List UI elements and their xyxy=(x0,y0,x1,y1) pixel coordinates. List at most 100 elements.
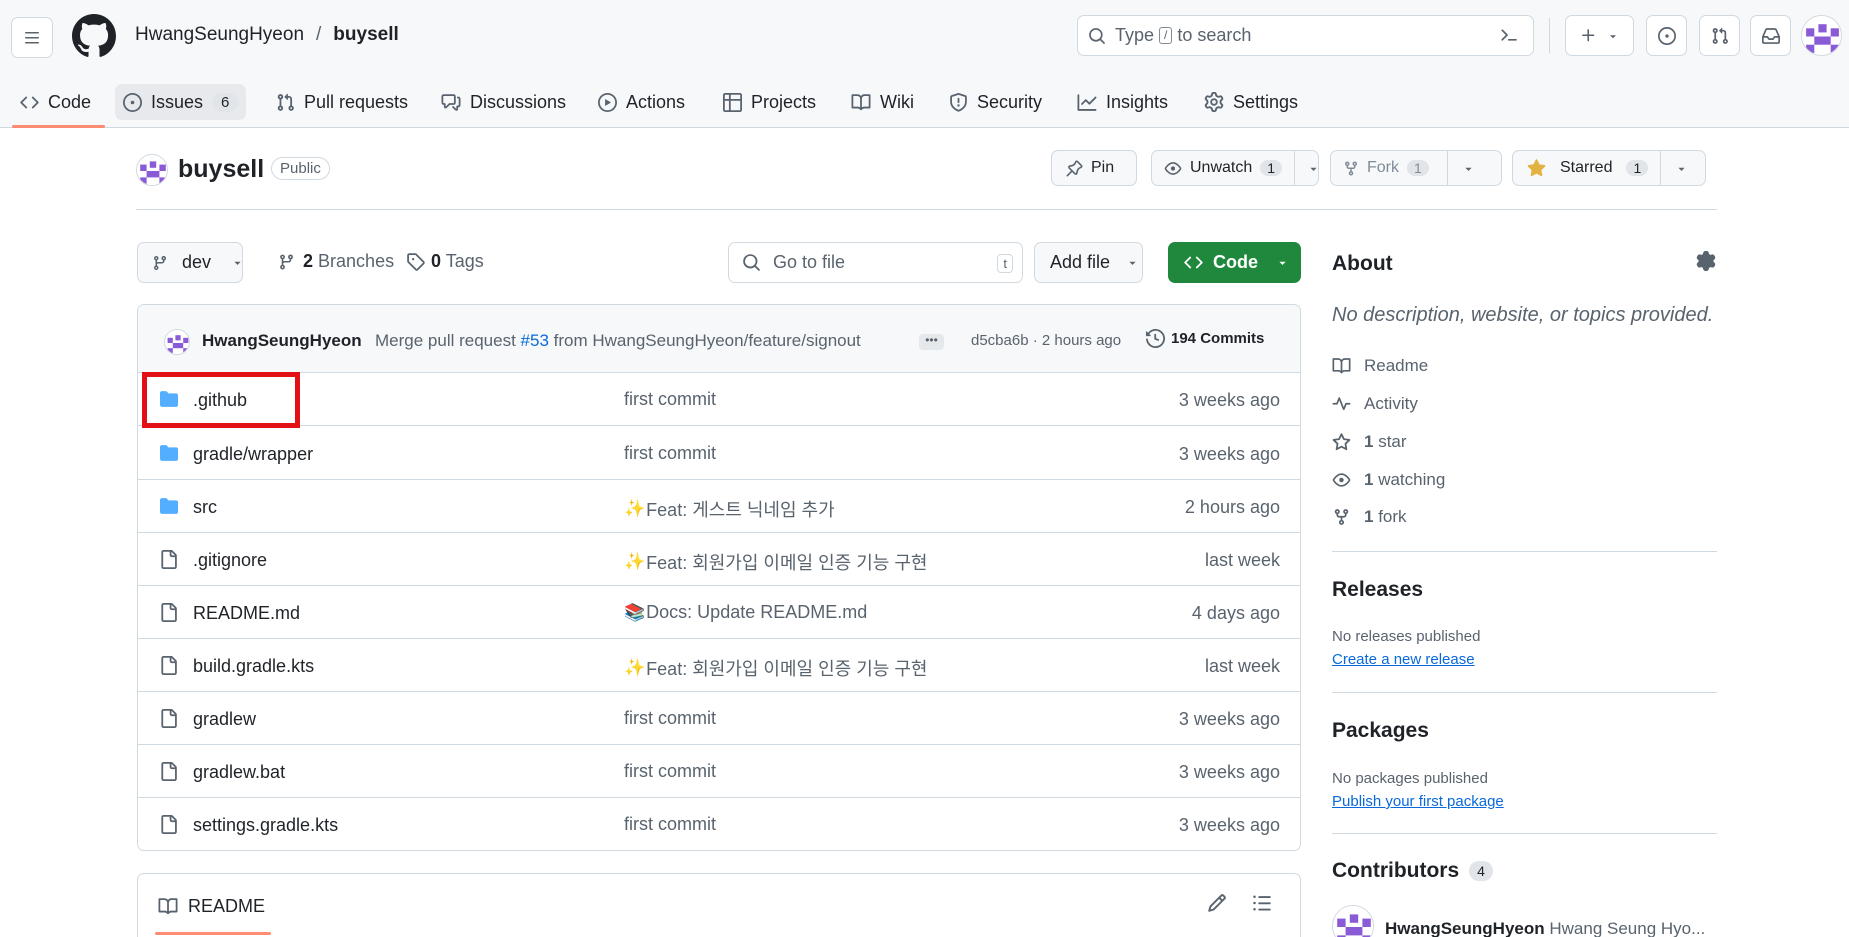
your-pull-requests-button[interactable] xyxy=(1699,15,1740,56)
tab-issues[interactable]: Issues 6 xyxy=(115,84,247,120)
starred-button[interactable]: Starred 1 xyxy=(1512,150,1706,186)
tab-wiki[interactable]: Wiki xyxy=(843,84,922,120)
tab-security[interactable]: Security xyxy=(941,84,1050,120)
repo-title[interactable]: buysell xyxy=(178,155,264,184)
readme-tab[interactable]: README xyxy=(158,896,265,917)
tab-pull-requests[interactable]: Pull requests xyxy=(268,84,416,120)
notifications-button[interactable] xyxy=(1750,15,1791,56)
code-icon xyxy=(20,96,39,108)
commit-message-text: first commit xyxy=(624,389,716,409)
activity-link[interactable]: Activity xyxy=(1332,394,1418,414)
global-search-input[interactable]: Type / to search xyxy=(1077,15,1534,56)
global-header: HwangSeungHyeon / buysell Type / to sear… xyxy=(0,0,1849,128)
file-commit-message[interactable]: first commit xyxy=(624,389,716,410)
file-name-link[interactable]: .github xyxy=(193,390,247,411)
star-dropdown[interactable] xyxy=(1660,151,1702,185)
commit-expand-button[interactable]: ••• xyxy=(919,334,944,350)
tab-discussions[interactable]: Discussions xyxy=(433,84,574,120)
readme-link[interactable]: Readme xyxy=(1332,356,1428,376)
file-row[interactable]: gradle/wrapper first commit 3 weeks ago xyxy=(138,427,1300,480)
terminal-icon xyxy=(1501,29,1517,41)
branches-link[interactable]: 2 Branches xyxy=(278,251,394,272)
publish-package-link[interactable]: Publish your first package xyxy=(1332,793,1504,810)
branch-selector[interactable]: dev xyxy=(137,242,243,283)
code-dropdown-button[interactable]: Code xyxy=(1168,242,1301,283)
hamburger-menu-button[interactable] xyxy=(11,17,53,58)
command-palette-button[interactable] xyxy=(1491,19,1527,51)
contributor-name-link[interactable]: HwangSeungHyeon Hwang Seung Hyo... xyxy=(1385,919,1705,937)
file-row[interactable]: settings.gradle.kts first commit 3 weeks… xyxy=(138,798,1300,850)
unwatch-dropdown[interactable] xyxy=(1294,151,1332,185)
commits-history-link[interactable]: 194 Commits xyxy=(1146,329,1264,348)
stars-link[interactable]: 1 star xyxy=(1332,432,1407,452)
create-new-button[interactable] xyxy=(1565,15,1634,56)
file-row[interactable]: .gitignore ✨ Feat: 회원가입 이메일 인증 기능 구현 last… xyxy=(138,533,1300,586)
file-commit-message[interactable]: ✨ Feat: 게스트 닉네임 추가 xyxy=(624,496,835,522)
commit-message[interactable]: Merge pull request #53 from HwangSeungHy… xyxy=(375,331,861,351)
breadcrumb-separator: / xyxy=(316,24,322,45)
triangle-down-icon xyxy=(1279,261,1286,265)
file-row[interactable]: README.md 📚 Docs: Update README.md 4 days… xyxy=(138,586,1300,639)
search-icon xyxy=(1089,27,1105,44)
file-row[interactable]: src ✨ Feat: 게스트 닉네임 추가 2 hours ago xyxy=(138,480,1300,533)
file-name-link[interactable]: gradlew xyxy=(193,709,256,730)
file-commit-message[interactable]: first commit xyxy=(624,443,716,464)
file-name-link[interactable]: src xyxy=(193,497,217,518)
file-name-link[interactable]: README.md xyxy=(193,603,300,624)
tab-actions[interactable]: Actions xyxy=(590,84,693,120)
file-name-link[interactable]: gradlew.bat xyxy=(193,762,285,783)
file-name-link[interactable]: build.gradle.kts xyxy=(193,656,314,677)
readme-outline-button[interactable] xyxy=(1252,893,1272,913)
file-commit-message[interactable]: first commit xyxy=(624,814,716,835)
add-file-button[interactable]: Add file xyxy=(1034,242,1143,283)
file-commit-message[interactable]: first commit xyxy=(624,761,716,782)
starred-main[interactable]: Starred 1 xyxy=(1513,151,1660,185)
tab-projects[interactable]: Projects xyxy=(715,84,824,120)
commit-author-avatar[interactable] xyxy=(164,329,190,355)
packages-heading[interactable]: Packages xyxy=(1332,719,1429,743)
file-commit-message[interactable]: first commit xyxy=(624,708,716,729)
repo-owner-avatar[interactable] xyxy=(136,154,168,186)
file-commit-message[interactable]: ✨ Feat: 회원가입 이메일 인증 기능 구현 xyxy=(624,549,927,575)
go-to-file-input[interactable]: Go to file t xyxy=(728,242,1023,283)
fork-main[interactable]: Fork 1 xyxy=(1331,151,1447,185)
pull-request-link[interactable]: #53 xyxy=(521,331,549,350)
file-row[interactable]: gradlew first commit 3 weeks ago xyxy=(138,692,1300,745)
commit-hash-time[interactable]: d5cba6b · 2 hours ago xyxy=(971,332,1121,349)
file-commit-message[interactable]: 📚 Docs: Update README.md xyxy=(624,602,867,623)
watching-count: 1 xyxy=(1364,470,1374,489)
unwatch-main[interactable]: Unwatch 1 xyxy=(1152,151,1294,185)
file-row[interactable]: gradlew.bat first commit 3 weeks ago xyxy=(138,745,1300,798)
user-avatar[interactable] xyxy=(1801,15,1842,56)
file-commit-message[interactable]: ✨ Feat: 회원가입 이메일 인증 기능 구현 xyxy=(624,655,927,681)
fork-dropdown[interactable] xyxy=(1446,151,1489,185)
file-name-link[interactable]: gradle/wrapper xyxy=(193,444,313,465)
forks-link[interactable]: 1 fork xyxy=(1332,507,1407,527)
tags-link[interactable]: 0 Tags xyxy=(406,251,484,272)
file-row[interactable]: build.gradle.kts ✨ Feat: 회원가입 이메일 인증 기능 구… xyxy=(138,639,1300,692)
unwatch-button[interactable]: Unwatch 1 xyxy=(1151,150,1319,186)
contributors-heading[interactable]: Contributors 4 xyxy=(1332,859,1493,883)
file-name-link[interactable]: settings.gradle.kts xyxy=(193,815,338,836)
readme-link-label: Readme xyxy=(1364,356,1429,375)
graph-icon xyxy=(1077,93,1097,111)
edit-readme-button[interactable] xyxy=(1207,893,1227,913)
search-placeholder-suffix: to search xyxy=(1177,25,1252,45)
pin-button[interactable]: Pin xyxy=(1051,150,1137,186)
contributor-avatar[interactable] xyxy=(1332,905,1374,937)
file-name-link[interactable]: .gitignore xyxy=(193,550,267,571)
tab-settings[interactable]: Settings xyxy=(1196,84,1306,120)
edit-about-button[interactable] xyxy=(1696,251,1716,271)
create-release-link[interactable]: Create a new release xyxy=(1332,651,1475,668)
breadcrumb-repo-link[interactable]: buysell xyxy=(333,24,398,46)
commit-author-link[interactable]: HwangSeungHyeon xyxy=(202,331,362,351)
github-logo-icon[interactable] xyxy=(72,14,116,58)
tab-insights[interactable]: Insights xyxy=(1069,84,1176,120)
releases-heading[interactable]: Releases xyxy=(1332,578,1423,602)
watchers-link[interactable]: 1 watching xyxy=(1332,470,1445,490)
your-issues-button[interactable] xyxy=(1646,15,1687,56)
file-row[interactable]: .github first commit 3 weeks ago xyxy=(138,373,1300,426)
tab-code[interactable]: Code xyxy=(12,84,99,120)
breadcrumb-owner-link[interactable]: HwangSeungHyeon xyxy=(135,24,304,46)
fork-button[interactable]: Fork 1 xyxy=(1330,150,1502,186)
